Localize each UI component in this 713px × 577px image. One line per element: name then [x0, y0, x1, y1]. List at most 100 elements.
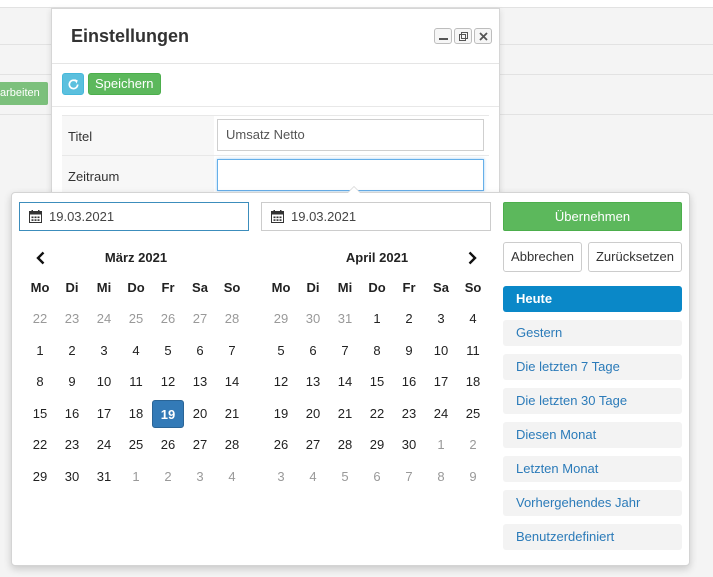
calendar-day[interactable]: 2: [393, 305, 425, 333]
range-item[interactable]: Heute: [503, 286, 682, 312]
minimize-button[interactable]: [434, 28, 452, 44]
calendar-day[interactable]: 19: [265, 400, 297, 428]
calendar-day[interactable]: 18: [457, 368, 489, 396]
reset-button[interactable]: Zurücksetzen: [588, 242, 682, 272]
calendar-day[interactable]: 26: [152, 305, 184, 333]
maximize-button[interactable]: [454, 28, 472, 44]
calendar-day[interactable]: 13: [184, 368, 216, 396]
calendar-day[interactable]: 30: [56, 463, 88, 491]
calendar-day[interactable]: 27: [184, 305, 216, 333]
calendar-day[interactable]: 6: [297, 337, 329, 365]
cancel-button[interactable]: Abbrechen: [503, 242, 582, 272]
range-item[interactable]: Die letzten 7 Tage: [503, 354, 682, 380]
apply-button[interactable]: Übernehmen: [503, 202, 682, 231]
range-item[interactable]: Diesen Monat: [503, 422, 682, 448]
calendar-day[interactable]: 26: [265, 431, 297, 459]
calendar-day[interactable]: 3: [184, 463, 216, 491]
calendar-day[interactable]: 4: [216, 463, 248, 491]
calendar-day[interactable]: 24: [88, 305, 120, 333]
range-item[interactable]: Die letzten 30 Tage: [503, 388, 682, 414]
calendar-day[interactable]: 14: [329, 368, 361, 396]
calendar-day[interactable]: 9: [457, 463, 489, 491]
calendar-day[interactable]: 22: [24, 305, 56, 333]
calendar-day[interactable]: 1: [120, 463, 152, 491]
calendar-day[interactable]: 24: [425, 400, 457, 428]
calendar-day[interactable]: 23: [56, 431, 88, 459]
calendar-day[interactable]: 20: [297, 400, 329, 428]
save-button[interactable]: Speichern: [88, 73, 161, 95]
calendar-day[interactable]: 29: [361, 431, 393, 459]
range-item[interactable]: Letzten Monat: [503, 456, 682, 482]
calendar-day[interactable]: 21: [216, 400, 248, 428]
calendar-day[interactable]: 22: [361, 400, 393, 428]
prev-month-arrow[interactable]: [34, 251, 48, 265]
calendar-day[interactable]: 3: [265, 463, 297, 491]
calendar-day[interactable]: 9: [56, 368, 88, 396]
calendar-day[interactable]: 3: [425, 305, 457, 333]
range-item[interactable]: Benutzerdefiniert: [503, 524, 682, 550]
calendar-day[interactable]: 29: [24, 463, 56, 491]
calendar-day[interactable]: 12: [152, 368, 184, 396]
calendar-day[interactable]: 10: [88, 368, 120, 396]
calendar-day[interactable]: 1: [24, 337, 56, 365]
calendar-day[interactable]: 31: [88, 463, 120, 491]
calendar-day[interactable]: 7: [393, 463, 425, 491]
calendar-day[interactable]: 27: [184, 431, 216, 459]
calendar-day[interactable]: 25: [120, 305, 152, 333]
calendar-day[interactable]: 27: [297, 431, 329, 459]
calendar-day[interactable]: 5: [265, 337, 297, 365]
calendar-day[interactable]: 4: [297, 463, 329, 491]
calendar-day[interactable]: 18: [120, 400, 152, 428]
calendar-day[interactable]: 2: [152, 463, 184, 491]
calendar-day[interactable]: 2: [457, 431, 489, 459]
calendar-day[interactable]: 7: [216, 337, 248, 365]
calendar-day[interactable]: 21: [329, 400, 361, 428]
calendar-day[interactable]: 15: [24, 400, 56, 428]
background-edit-button[interactable]: arbeiten: [0, 82, 48, 105]
end-date-input[interactable]: 19.03.2021: [261, 202, 491, 231]
range-item[interactable]: Gestern: [503, 320, 682, 346]
title-input[interactable]: Umsatz Netto: [217, 119, 484, 151]
calendar-day[interactable]: 28: [216, 305, 248, 333]
calendar-day[interactable]: 31: [329, 305, 361, 333]
calendar-day[interactable]: 20: [184, 400, 216, 428]
calendar-day[interactable]: 13: [297, 368, 329, 396]
calendar-day[interactable]: 23: [56, 305, 88, 333]
calendar-day[interactable]: 1: [425, 431, 457, 459]
calendar-day[interactable]: 25: [457, 400, 489, 428]
calendar-day[interactable]: 16: [393, 368, 425, 396]
calendar-day[interactable]: 26: [152, 431, 184, 459]
next-month-arrow[interactable]: [465, 251, 479, 265]
calendar-day[interactable]: 1: [361, 305, 393, 333]
calendar-day[interactable]: 9: [393, 337, 425, 365]
calendar-day[interactable]: 28: [329, 431, 361, 459]
calendar-day[interactable]: 4: [457, 305, 489, 333]
calendar-day[interactable]: 4: [120, 337, 152, 365]
calendar-day[interactable]: 12: [265, 368, 297, 396]
calendar-day[interactable]: 6: [184, 337, 216, 365]
range-item[interactable]: Vorhergehendes Jahr: [503, 490, 682, 516]
calendar-day[interactable]: 2: [56, 337, 88, 365]
calendar-day[interactable]: 14: [216, 368, 248, 396]
calendar-day[interactable]: 15: [361, 368, 393, 396]
calendar-day[interactable]: 22: [24, 431, 56, 459]
calendar-day[interactable]: 17: [425, 368, 457, 396]
calendar-day[interactable]: 30: [297, 305, 329, 333]
refresh-button[interactable]: [62, 73, 84, 95]
calendar-day[interactable]: 17: [88, 400, 120, 428]
calendar-day[interactable]: 24: [88, 431, 120, 459]
calendar-day[interactable]: 10: [425, 337, 457, 365]
calendar-day[interactable]: 7: [329, 337, 361, 365]
calendar-day[interactable]: 29: [265, 305, 297, 333]
calendar-day[interactable]: 5: [152, 337, 184, 365]
calendar-day[interactable]: 8: [425, 463, 457, 491]
calendar-day[interactable]: 8: [361, 337, 393, 365]
calendar-day[interactable]: 19: [152, 399, 184, 428]
calendar-day[interactable]: 3: [88, 337, 120, 365]
close-button[interactable]: [474, 28, 492, 44]
calendar-day[interactable]: 11: [457, 337, 489, 365]
calendar-day[interactable]: 6: [361, 463, 393, 491]
calendar-day[interactable]: 30: [393, 431, 425, 459]
calendar-day[interactable]: 11: [120, 368, 152, 396]
calendar-day[interactable]: 16: [56, 400, 88, 428]
